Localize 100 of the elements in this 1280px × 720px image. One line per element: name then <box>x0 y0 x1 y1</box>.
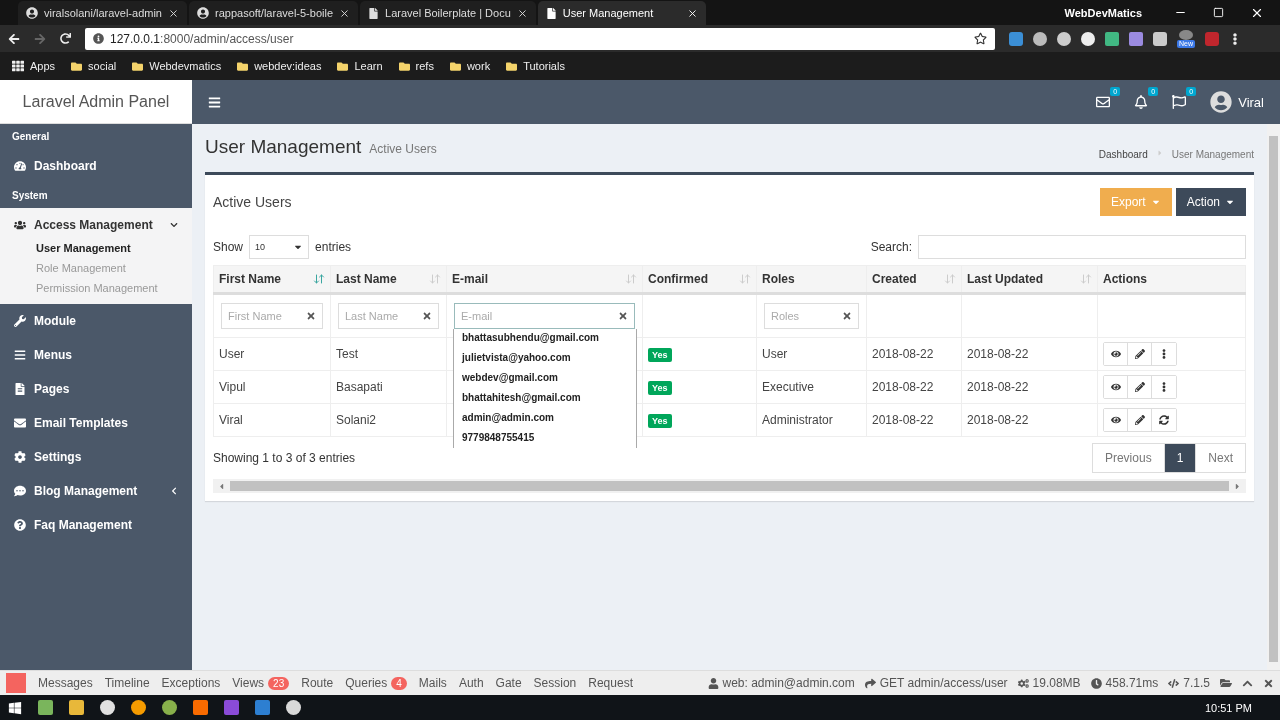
star-icon[interactable] <box>974 32 987 45</box>
page-button[interactable]: Next <box>1195 443 1246 473</box>
user-icon <box>707 677 719 689</box>
menu-icon[interactable] <box>208 95 221 109</box>
column-header[interactable]: Created <box>866 265 962 294</box>
back-icon[interactable] <box>8 32 20 45</box>
sidebar-item[interactable]: Access Management <box>0 208 192 242</box>
status-text: 458.71ms <box>1105 676 1159 690</box>
browser-tab[interactable]: rappasoft/laravel-5-boile <box>189 1 358 25</box>
debug-tab[interactable]: Route <box>301 676 334 690</box>
search-field[interactable] <box>918 235 1246 259</box>
debug-tab[interactable]: Queries 4 <box>345 676 407 690</box>
extension-icon[interactable] <box>1081 31 1095 46</box>
table-cell: User <box>213 337 331 371</box>
table-cell: Administrator <box>756 403 867 437</box>
debug-tab[interactable]: Session <box>533 676 577 690</box>
forward-icon[interactable] <box>34 32 46 45</box>
bell-icon[interactable] <box>1134 95 1149 109</box>
avatar-icon[interactable] <box>1210 91 1233 113</box>
close-icon[interactable] <box>339 7 350 19</box>
extension-icon[interactable] <box>1153 31 1167 46</box>
sidebar-item[interactable]: Module <box>0 304 192 338</box>
sidebar-item[interactable]: Menus <box>0 338 192 372</box>
browser-tab[interactable]: Laravel Boilerplate | Docu <box>360 1 536 25</box>
flag-icon[interactable] <box>1172 95 1187 109</box>
sidebar-item[interactable]: Pages <box>0 372 192 406</box>
sidebar-item[interactable]: Email Templates <box>0 406 192 440</box>
suggestion-item[interactable]: bhattahitesh@gmail.com <box>462 391 636 405</box>
pencil-icon <box>1134 415 1145 425</box>
browser-tab[interactable]: User Management <box>537 1 706 25</box>
browser-tab[interactable]: viralsolani/laravel-admin <box>18 1 187 25</box>
view-button[interactable] <box>1104 376 1128 398</box>
view-button[interactable] <box>1104 343 1128 365</box>
address-bar[interactable]: 127.0.0.1:8000/admin/access/user <box>85 27 995 50</box>
bookmark[interactable]: social <box>71 60 117 72</box>
taskbar-app-icon[interactable] <box>286 700 301 715</box>
table-info: Showing 1 to 3 of 3 entries <box>213 451 356 465</box>
taskbar-app-icon[interactable] <box>100 700 115 715</box>
user-name[interactable]: Viral <box>1238 94 1264 110</box>
vertical-scrollbar[interactable] <box>1267 124 1280 670</box>
debug-tab[interactable]: Gate <box>495 676 522 690</box>
clear-icon[interactable] <box>842 311 852 321</box>
debug-tab[interactable]: Request <box>588 676 633 690</box>
action-button[interactable]: Action <box>1175 188 1246 216</box>
view-button[interactable] <box>1104 409 1128 431</box>
debug-tab[interactable]: Timeline <box>104 676 150 690</box>
close-icon[interactable] <box>168 7 179 19</box>
close-icon[interactable] <box>686 7 698 19</box>
reload-icon[interactable] <box>60 33 71 44</box>
debug-tab[interactable]: Views 23 <box>232 676 290 690</box>
taskbar-app-icon[interactable] <box>131 700 146 715</box>
page-button[interactable]: Previous <box>1091 443 1165 473</box>
scroll-left-icon[interactable] <box>217 481 226 491</box>
table-cell: 2018-08-22 <box>961 403 1098 437</box>
debug-tab[interactable]: Mails <box>418 676 447 690</box>
debug-tab[interactable]: Exceptions <box>161 676 221 690</box>
clear-icon[interactable] <box>618 311 628 321</box>
clear-icon[interactable] <box>422 311 432 321</box>
folder-icon <box>237 60 249 72</box>
status-text: 19.08MB <box>1032 676 1081 690</box>
column-header[interactable]: Confirmed <box>642 265 757 294</box>
bookmark[interactable]: work <box>449 60 491 72</box>
suggestion-item[interactable]: bhattasubhendu@gmail.com <box>462 331 636 345</box>
debug-tab[interactable]: Auth <box>458 676 484 690</box>
sidebar-item[interactable]: Faq Management <box>0 508 192 542</box>
folder-icon[interactable] <box>1220 677 1232 689</box>
windows-icon[interactable] <box>8 700 22 715</box>
close-icon[interactable] <box>1263 677 1274 689</box>
debug-tab[interactable]: Messages <box>38 676 93 690</box>
extension-icon[interactable] <box>1057 31 1071 46</box>
breadcrumb-link[interactable]: Dashboard <box>1098 148 1148 160</box>
maximize-icon[interactable] <box>1213 7 1224 18</box>
sidebar-item[interactable]: Blog Management <box>0 474 192 508</box>
clear-icon[interactable] <box>306 311 316 321</box>
bookmark[interactable]: Learn <box>337 60 383 72</box>
entries-select[interactable]: 10 <box>249 235 310 259</box>
scroll-right-icon[interactable] <box>1233 481 1242 491</box>
sidebar-item[interactable]: Settings <box>0 440 192 474</box>
bookmark[interactable]: webdev:ideas <box>237 60 322 72</box>
page-icon <box>368 7 379 19</box>
close-icon[interactable] <box>516 7 528 19</box>
bookmark[interactable]: Webdevmatics <box>132 60 222 72</box>
wrench-icon <box>14 315 26 327</box>
column-header[interactable]: Last Name <box>330 265 447 294</box>
suggestion-item[interactable]: 9779848755415 <box>462 431 636 445</box>
bookmark[interactable]: Tutorials <box>506 60 565 72</box>
column-header[interactable]: First Name <box>213 265 331 294</box>
taskbar-app-icon[interactable] <box>162 700 177 715</box>
sidebar-item[interactable]: Dashboard <box>0 149 192 183</box>
horizontal-scrollbar[interactable] <box>213 479 1246 493</box>
bookmark[interactable]: Apps <box>12 60 56 72</box>
bookmark[interactable]: refs <box>398 60 434 72</box>
extension-icon[interactable] <box>1033 31 1047 46</box>
column-header[interactable]: E-mail <box>446 265 643 294</box>
table-cell: User <box>756 337 867 371</box>
submenu-item[interactable]: User Management <box>36 242 192 254</box>
column-header[interactable]: Last Updated <box>961 265 1098 294</box>
envelope-icon[interactable] <box>1096 95 1111 109</box>
suggestion-item[interactable]: webdev@gmail.com <box>462 371 636 385</box>
extension-icon[interactable] <box>1105 31 1119 46</box>
